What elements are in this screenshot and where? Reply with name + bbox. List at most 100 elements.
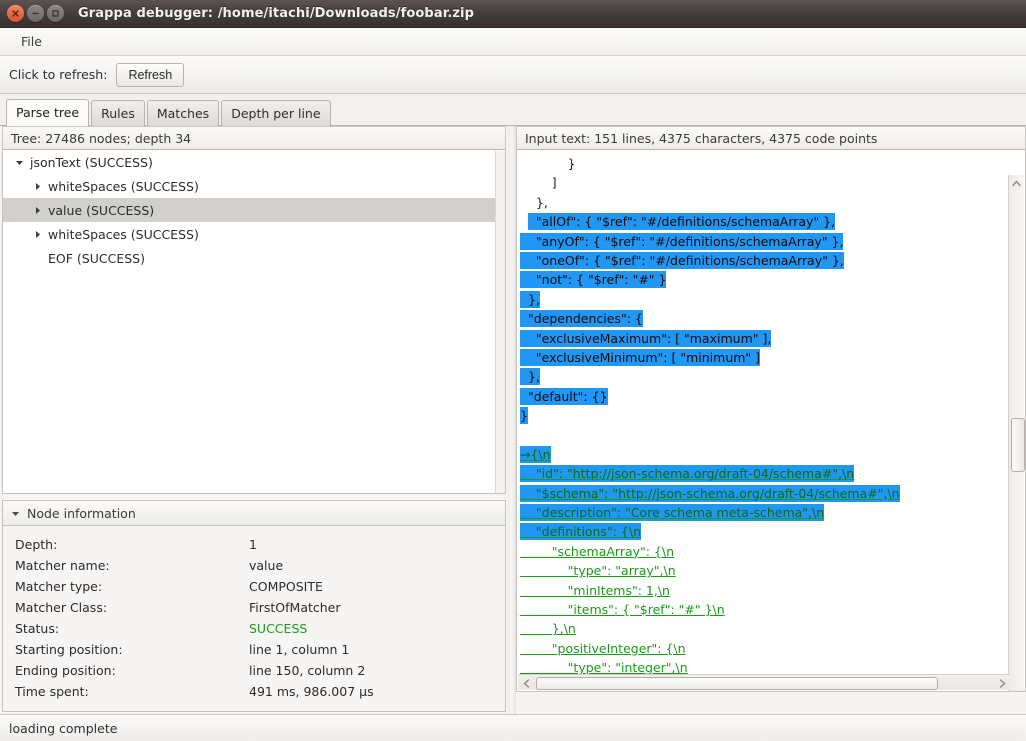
node-info-key: Matcher name: <box>15 558 110 573</box>
node-info-key: Depth: <box>15 537 58 552</box>
input-text-line: "schemaArray": {\n <box>520 542 1008 561</box>
scroll-right-icon[interactable] <box>994 675 1010 691</box>
node-info-key: Matcher Class: <box>15 600 108 615</box>
input-text-line: "minItems": 1,\n <box>520 581 1008 600</box>
tree-row[interactable]: EOF (SUCCESS) <box>3 246 505 270</box>
node-info-row: Matcher name: value <box>15 555 505 576</box>
input-text-line: }, <box>520 367 1008 386</box>
text-horizontal-scroll-thumb[interactable] <box>536 677 938 690</box>
tree-expand-down-icon[interactable] <box>13 158 25 167</box>
text-horizontal-scrollbar[interactable] <box>518 674 1010 690</box>
input-text-line: "items": { "$ref": "#" }\n <box>520 600 1008 619</box>
input-text-segment <box>520 213 528 230</box>
input-text-selected-segment: "exclusiveMaximum": [ "maximum" ], <box>520 329 772 347</box>
tab-depth-per-line[interactable]: Depth per line <box>221 100 331 126</box>
input-text-line: "allOf": { "$ref": "#/definitions/schema… <box>520 212 1008 231</box>
status-message: loading complete <box>9 720 118 736</box>
statusbar: loading complete <box>0 714 1026 741</box>
input-text-selected-segment: "default": {} <box>520 387 608 405</box>
text-vertical-scrollbar[interactable] <box>1008 175 1025 691</box>
input-text-line: }, <box>520 193 1008 212</box>
input-text-line: "default": {} <box>520 387 1008 406</box>
node-information-header[interactable]: Node information <box>2 500 506 526</box>
input-text-line: "dependencies": { <box>520 309 1008 328</box>
tree-row[interactable]: value (SUCCESS) <box>3 198 505 222</box>
window-title: Grappa debugger: /home/itachi/Downloads/… <box>78 6 475 21</box>
node-info-key: Starting position: <box>15 642 123 657</box>
node-info-value: value <box>249 558 284 573</box>
text-vertical-scroll-thumb[interactable] <box>1011 418 1025 472</box>
tree-row[interactable]: jsonText (SUCCESS) <box>3 150 505 174</box>
node-info-value: FirstOfMatcher <box>249 600 341 615</box>
node-info-row: Status: SUCCESS <box>15 618 505 639</box>
node-info-key: Ending position: <box>15 663 116 678</box>
node-information-body: Depth: 1 Matcher name: value Matcher type: CO… <box>2 526 506 712</box>
node-info-row: Matcher Class: FirstOfMatcher <box>15 597 505 618</box>
tab-matches[interactable]: Matches <box>146 100 220 126</box>
input-text-segment: "schemaArray": {\n <box>520 543 675 559</box>
refresh-button[interactable]: Refresh <box>116 62 185 87</box>
scroll-left-icon[interactable] <box>518 675 534 691</box>
right-pane: Input text: 151 lines, 4375 characters, … <box>516 126 1026 714</box>
parse-tree[interactable]: jsonText (SUCCESS) whiteSpaces (SUCCESS) v… <box>2 150 506 494</box>
input-text-selected-segment: "$schema": "http://json-schema.org/draft… <box>520 484 900 502</box>
menu-item-file[interactable]: File <box>12 31 51 52</box>
input-text-selected-segment: "id": "http://json-schema.org/draft-04/s… <box>520 465 855 483</box>
close-icon[interactable] <box>7 5 24 22</box>
tab-rules[interactable]: Rules <box>91 100 145 126</box>
tree-row-label: EOF (SUCCESS) <box>48 250 145 266</box>
tabbar: Parse tree Rules Matches Depth per line <box>0 94 1026 126</box>
tree-row[interactable]: whiteSpaces (SUCCESS) <box>3 222 505 246</box>
tree-row-label: whiteSpaces (SUCCESS) <box>48 226 199 242</box>
tree-expand-right-icon[interactable] <box>31 182 43 191</box>
tab-parse-tree[interactable]: Parse tree <box>6 99 90 126</box>
input-text-segment: "minItems": 1,\n <box>520 582 670 598</box>
tree-row-label: value (SUCCESS) <box>48 202 155 218</box>
input-text-line: },\n <box>520 619 1008 638</box>
input-text-selected-segment: "allOf": { "$ref": "#/definitions/schema… <box>527 213 836 231</box>
input-text-line: "positiveInteger": {\n <box>520 639 1008 658</box>
input-text-line: "oneOf": { "$ref": "#/definitions/schema… <box>520 251 1008 270</box>
input-text-selected-segment: "description": "Core schema meta-schema"… <box>520 504 825 522</box>
input-text-line <box>520 425 1008 444</box>
node-info-row: Ending position: line 150, column 2 <box>15 660 505 681</box>
input-text-view[interactable]: } ] }, "allOf": { "$ref": "#/definitions… <box>517 150 1008 674</box>
left-pane: Tree: 27486 nodes; depth 34 jsonText (SU… <box>0 126 508 714</box>
input-text-selected-segment: "definitions": {\n <box>520 523 642 541</box>
tree-row-label: jsonText (SUCCESS) <box>30 154 153 170</box>
chevron-down-icon <box>11 509 20 518</box>
split-container: Tree: 27486 nodes; depth 34 jsonText (SU… <box>0 126 1026 714</box>
node-info-row: Depth: 1 <box>15 534 505 555</box>
input-text-selected-segment: }, <box>520 290 540 308</box>
input-text-selected-segment: }, <box>520 368 540 386</box>
input-text-segment: },\n <box>520 621 576 637</box>
node-info-row: Starting position: line 1, column 1 <box>15 639 505 660</box>
split-divider[interactable] <box>508 126 516 714</box>
input-text-selected-segment: "anyOf": { "$ref": "#/definitions/schema… <box>520 232 844 250</box>
input-text-line: →{\n <box>520 445 1008 464</box>
minimize-icon[interactable] <box>27 5 44 22</box>
node-info-row: Time spent: 491 ms, 986.007 µs <box>15 681 505 702</box>
tree-row[interactable]: whiteSpaces (SUCCESS) <box>3 174 505 198</box>
input-text-line: "definitions": {\n <box>520 522 1008 541</box>
input-text-line: "$schema": "http://json-schema.org/draft… <box>520 484 1008 503</box>
node-info-key: Time spent: <box>15 684 89 699</box>
tree-expand-right-icon[interactable] <box>31 230 43 239</box>
node-info-value: COMPOSITE <box>249 579 323 594</box>
input-text-line: "type": "integer",\n <box>520 658 1008 674</box>
input-text-segment: ] <box>520 175 557 191</box>
parse-tree-panel: Tree: 27486 nodes; depth 34 jsonText (SU… <box>2 126 506 494</box>
tree-header: Tree: 27486 nodes; depth 34 <box>2 126 506 150</box>
input-text-selected-segment: } <box>520 407 528 425</box>
menubar: File <box>0 28 1026 56</box>
scroll-up-icon[interactable] <box>1009 175 1024 191</box>
node-info-key: Status: <box>15 621 60 636</box>
maximize-icon[interactable] <box>47 5 64 22</box>
node-information-panel: Node information Depth: 1 Matcher name: val… <box>2 500 506 712</box>
window-controls <box>0 5 64 22</box>
node-info-value: SUCCESS <box>249 621 308 636</box>
input-text-line: "description": "Core schema meta-schema"… <box>520 503 1008 522</box>
tree-vertical-scrollbar[interactable] <box>495 151 505 493</box>
input-text-line: "exclusiveMaximum": [ "maximum" ], <box>520 329 1008 348</box>
tree-expand-right-icon[interactable] <box>31 206 43 215</box>
